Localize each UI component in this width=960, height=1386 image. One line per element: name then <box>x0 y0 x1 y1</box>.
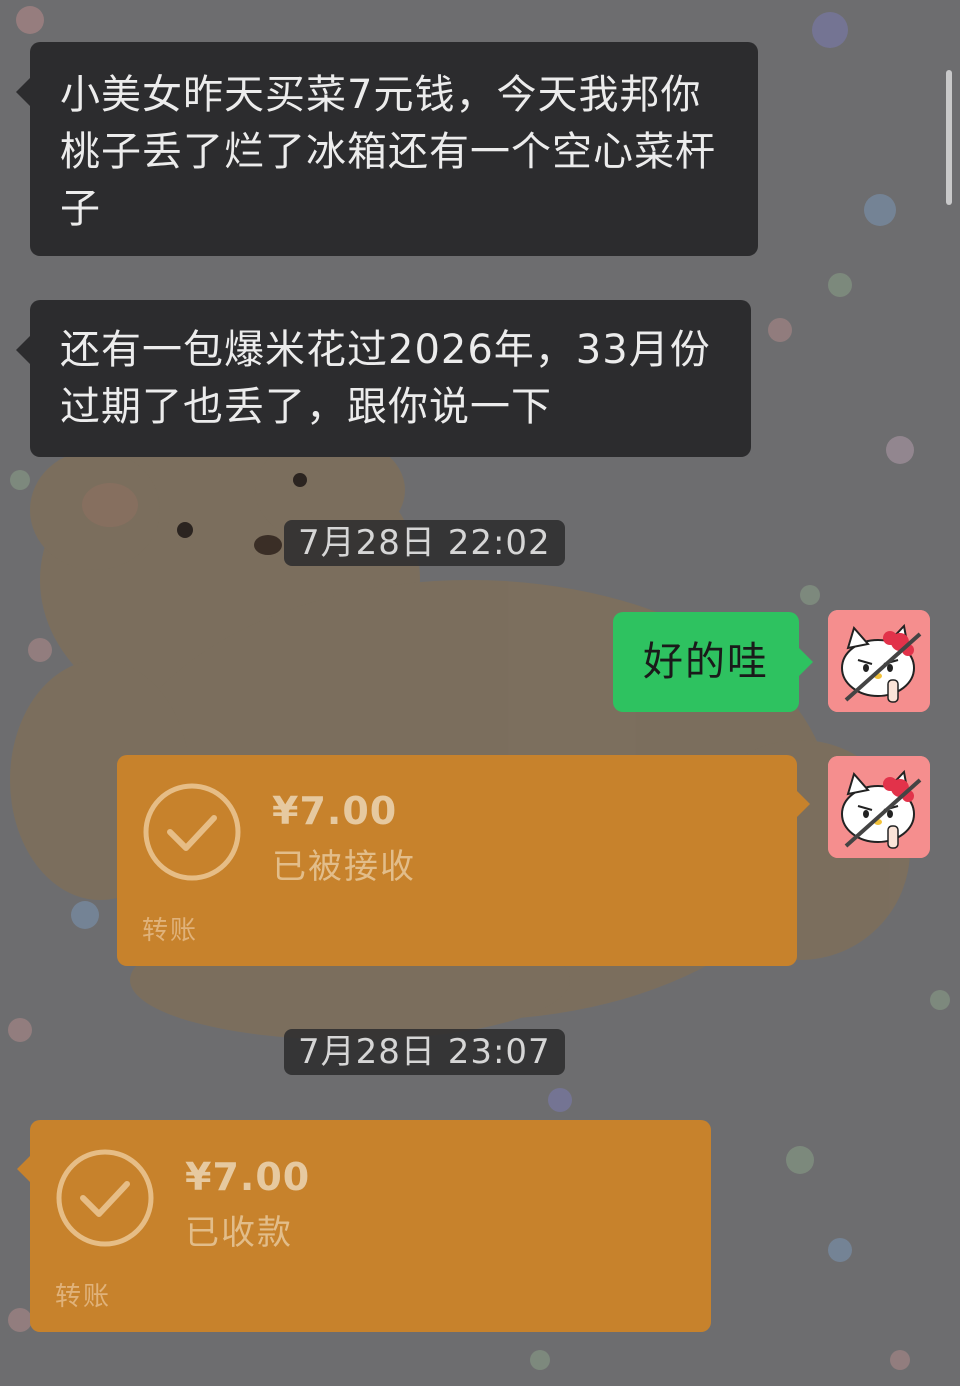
check-circle-icon <box>143 783 241 881</box>
transfer-status: 已被接收 <box>272 847 416 887</box>
check-circle-icon <box>56 1149 154 1247</box>
transfer-card-received[interactable]: ¥7.00 已收款 转账 <box>17 1120 711 1332</box>
hello-kitty-icon <box>828 756 930 858</box>
transfer-amount: ¥7.00 <box>185 1155 311 1199</box>
transfer-card-sent[interactable]: ¥7.00 已被接收 转账 <box>117 755 810 966</box>
incoming-message-bubble[interactable]: 小美女昨天买菜7元钱，今天我邦你 桃子丢了烂了冰箱还有一个空心菜杆 子 <box>16 42 758 256</box>
hello-kitty-avatar[interactable] <box>828 610 930 712</box>
message-line: 子 <box>60 186 101 232</box>
message-line: 过期了也丢了，跟你说一下 <box>60 384 552 430</box>
outgoing-message-bubble[interactable]: 好的哇 <box>613 612 813 712</box>
scrollbar[interactable] <box>946 70 952 205</box>
transfer-label: 转账 <box>55 1282 112 1312</box>
message-line: 还有一包爆米花过2026年，33月份 <box>60 327 711 373</box>
message-line: 小美女昨天买菜7元钱，今天我邦你 <box>60 72 702 118</box>
transfer-amount: ¥7.00 <box>272 789 398 833</box>
transfer-status: 已收款 <box>185 1213 293 1253</box>
transfer-label: 转账 <box>142 916 199 946</box>
hello-kitty-avatar[interactable] <box>828 756 930 858</box>
message-timestamp: 7月28日 23:07 <box>284 1029 565 1075</box>
hello-kitty-icon <box>828 610 930 712</box>
message-timestamp: 7月28日 22:02 <box>284 520 565 566</box>
chat-screen: 小美女昨天买菜7元钱，今天我邦你 桃子丢了烂了冰箱还有一个空心菜杆 子 还有一包… <box>0 0 960 1386</box>
incoming-message-bubble[interactable]: 还有一包爆米花过2026年，33月份 过期了也丢了，跟你说一下 <box>16 300 751 457</box>
message-line: 桃子丢了烂了冰箱还有一个空心菜杆 <box>60 129 716 175</box>
